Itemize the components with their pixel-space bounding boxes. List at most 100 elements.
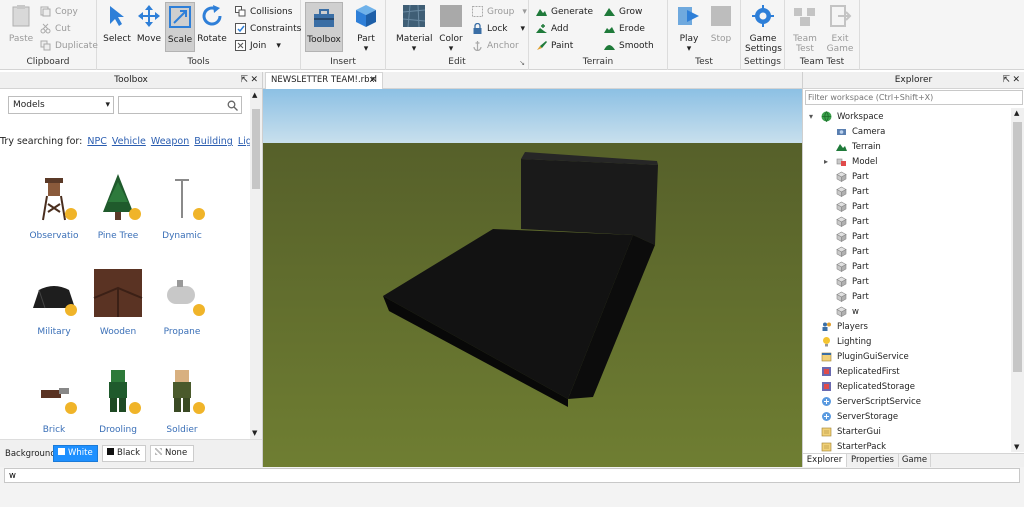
tree-item[interactable]: Terrain xyxy=(836,139,881,154)
close-tab-icon[interactable]: ✕ xyxy=(370,73,377,88)
lock-button[interactable]: Lock ▾ xyxy=(472,21,525,36)
scroll-up-icon[interactable]: ▲ xyxy=(252,91,257,99)
toolbox-category-select[interactable]: Models ▾ xyxy=(8,96,114,114)
constraints-button[interactable]: Constraints xyxy=(235,21,301,36)
tab-properties[interactable]: Properties xyxy=(847,454,899,467)
suggestion-building-link[interactable]: Building xyxy=(194,136,233,147)
tree-item[interactable]: Players xyxy=(821,319,868,334)
game-settings-button[interactable]: Game Settings xyxy=(745,2,782,54)
expand-arrow-icon[interactable]: ▾ xyxy=(809,112,813,121)
move-button[interactable]: Move xyxy=(134,2,164,52)
anchor-button[interactable]: Anchor xyxy=(472,38,519,53)
tree-item[interactable]: ▸ Model xyxy=(824,154,878,169)
explorer-dock-icon[interactable]: ⇱ xyxy=(1002,72,1010,89)
command-bar-input[interactable] xyxy=(4,468,1020,483)
join-dropdown-icon[interactable]: ▾ xyxy=(276,41,281,51)
toolbox-item-pine-tree[interactable]: Pine Tree xyxy=(86,164,150,254)
toolbox-item-dynamic[interactable]: Dynamic xyxy=(150,164,214,254)
toolbox-item-brick[interactable]: Brick xyxy=(22,358,86,448)
toolbox-item-observation[interactable]: Observatio xyxy=(22,164,86,254)
toolbox-scrollbar[interactable]: ▲ ▼ xyxy=(250,89,262,439)
tree-item[interactable]: ServerScriptService xyxy=(821,394,921,409)
toolbox-search-field[interactable] xyxy=(118,96,242,114)
copy-button[interactable]: Copy xyxy=(40,4,78,19)
search-icon[interactable] xyxy=(227,100,238,111)
paint-terrain-button[interactable]: Paint xyxy=(536,38,573,53)
toolbox-search-input[interactable] xyxy=(122,97,222,113)
material-dropdown-icon[interactable]: ▾ xyxy=(396,44,432,54)
explorer-scrollbar[interactable]: ▲ ▼ xyxy=(1011,108,1024,452)
paste-button[interactable]: Paste xyxy=(6,2,36,52)
collapse-arrow-icon[interactable]: ▸ xyxy=(824,157,828,166)
bg-none-button[interactable]: None xyxy=(150,445,194,462)
scrollbar-thumb[interactable] xyxy=(1013,122,1022,372)
grow-button[interactable]: Grow xyxy=(604,4,642,19)
generate-button[interactable]: Generate xyxy=(536,4,593,19)
color-button[interactable]: Color ▾ xyxy=(436,2,466,54)
color-dropdown-icon[interactable]: ▾ xyxy=(436,44,466,54)
play-button[interactable]: Play ▾ xyxy=(674,2,704,54)
bg-black-button[interactable]: Black xyxy=(102,445,146,462)
rotate-button[interactable]: Rotate xyxy=(197,2,227,52)
toolbox-dock-icon[interactable]: ⇱ xyxy=(240,72,248,89)
toolbox-item-drooling[interactable]: Drooling xyxy=(86,358,150,448)
suggestion-weapon-link[interactable]: Weapon xyxy=(151,136,189,147)
tree-item[interactable]: Part xyxy=(836,229,869,244)
scale-button[interactable]: Scale xyxy=(165,2,195,52)
add-terrain-button[interactable]: Add xyxy=(536,21,568,36)
part-button[interactable]: Part ▾ xyxy=(351,2,381,54)
tree-item[interactable]: Part xyxy=(836,289,869,304)
tree-item[interactable]: Part xyxy=(836,169,869,184)
join-button[interactable]: Join ▾ xyxy=(235,38,281,53)
smooth-button[interactable]: Smooth xyxy=(604,38,654,53)
team-test-button[interactable]: Team Test xyxy=(790,2,820,54)
cut-button[interactable]: Cut xyxy=(40,21,71,36)
document-tab[interactable]: NEWSLETTER TEAM!.rbxl ✕ xyxy=(265,72,383,89)
tree-item[interactable]: Lighting xyxy=(821,334,871,349)
tree-item[interactable]: ReplicatedStorage xyxy=(821,379,915,394)
toolbox-button[interactable]: Toolbox xyxy=(305,2,343,52)
group-dropdown-icon[interactable]: ▾ xyxy=(522,7,527,17)
toolbox-item-military[interactable]: Military xyxy=(22,260,86,350)
scroll-up-icon[interactable]: ▲ xyxy=(1014,109,1019,117)
exit-game-button[interactable]: Exit Game xyxy=(825,2,855,54)
toolbox-close-icon[interactable]: ✕ xyxy=(250,72,258,89)
scroll-down-icon[interactable]: ▼ xyxy=(1014,443,1019,451)
stop-button[interactable]: Stop xyxy=(706,2,736,52)
tree-item[interactable]: Camera xyxy=(836,124,885,139)
explorer-close-icon[interactable]: ✕ xyxy=(1012,72,1020,89)
collisions-button[interactable]: Collisions xyxy=(235,4,292,19)
part-dropdown-icon[interactable]: ▾ xyxy=(351,44,381,54)
tree-item[interactable]: w xyxy=(836,304,859,319)
tree-item[interactable]: Part xyxy=(836,259,869,274)
tree-item[interactable]: Part xyxy=(836,244,869,259)
tree-item[interactable]: Part xyxy=(836,214,869,229)
toolbox-item-propane[interactable]: Propane xyxy=(150,260,214,350)
select-button[interactable]: Select xyxy=(102,2,132,52)
edit-expand-icon[interactable]: ↘ xyxy=(519,59,525,67)
scrollbar-thumb[interactable] xyxy=(252,109,260,189)
explorer-filter-input[interactable] xyxy=(805,90,1023,105)
play-dropdown-icon[interactable]: ▾ xyxy=(674,44,704,54)
lock-dropdown-icon[interactable]: ▾ xyxy=(521,24,526,34)
erode-button[interactable]: Erode xyxy=(604,21,645,36)
duplicate-button[interactable]: Duplicate xyxy=(40,38,98,53)
toolbox-item-wooden[interactable]: Wooden xyxy=(86,260,150,350)
group-button[interactable]: Group ▾ xyxy=(472,4,527,19)
tree-item[interactable]: Part xyxy=(836,184,869,199)
tree-item[interactable]: StarterPack xyxy=(821,439,886,452)
bg-white-button[interactable]: White xyxy=(53,445,98,462)
scene-3d-view[interactable] xyxy=(263,89,802,467)
tree-item[interactable]: ▾ Workspace xyxy=(809,109,883,124)
tree-item[interactable]: ReplicatedFirst xyxy=(821,364,900,379)
tree-item[interactable]: Part xyxy=(836,199,869,214)
material-button[interactable]: Material ▾ xyxy=(396,2,433,54)
tab-game[interactable]: Game xyxy=(899,454,931,467)
tree-item[interactable]: ServerStorage xyxy=(821,409,898,424)
tree-item[interactable]: Part xyxy=(836,274,869,289)
suggestion-vehicle-link[interactable]: Vehicle xyxy=(112,136,146,147)
suggestion-npc-link[interactable]: NPC xyxy=(87,136,106,147)
toolbox-item-soldier[interactable]: Soldier xyxy=(150,358,214,448)
tree-item[interactable]: PluginGuiService xyxy=(821,349,909,364)
tree-item[interactable]: StarterGui xyxy=(821,424,881,439)
